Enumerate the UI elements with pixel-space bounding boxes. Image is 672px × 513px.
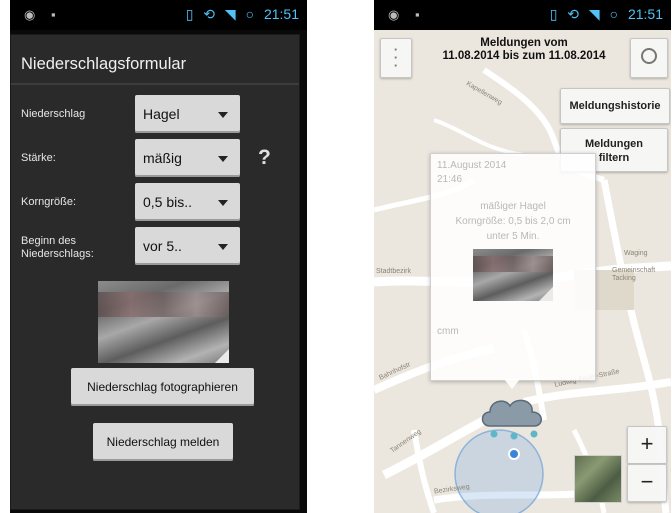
status-bar: ◉ ▪ ▯ ⟲ ◥ ○ 21:51 (10, 0, 307, 30)
title-divider (11, 83, 299, 85)
reports-period-title: Meldungen vom 11.08.2014 bis zum 11.08.2… (442, 37, 606, 62)
notification-icons: ◉ ▪ (388, 7, 426, 22)
wifi-icon: ◥ (224, 6, 236, 22)
status-time: 21:51 (627, 6, 663, 22)
form-title: Niederschlagsformular (21, 55, 187, 73)
left-phone-screen: ◉ ▪ ▯ ⟲ ◥ ○ 21:51 Niederschlagsformular … (10, 0, 307, 513)
field-intensity: Stärke: mäßig ? (11, 139, 299, 179)
right-phone-screen: ◉ ▪ ▯ ⟲ ◥ ○ 21:51 Kapellenweg Stadtbezir… (374, 0, 671, 513)
field-start-time: Beginn des Niederschlags: vor 5.. (11, 227, 299, 267)
popup-pointer (504, 379, 520, 389)
zoom-in-button[interactable]: + (627, 426, 667, 464)
report-date: 11.August 2014 (437, 160, 507, 171)
report-grain-size: Korngröße: 0,5 bis 2,0 cm (455, 216, 571, 227)
dropdown-value: vor 5.. (143, 238, 182, 254)
precipitation-type-dropdown[interactable]: Hagel (135, 95, 240, 133)
help-button[interactable]: ? (258, 146, 271, 170)
alarm-icon: ○ (245, 6, 255, 22)
sync-icon: ⟲ (567, 6, 580, 22)
report-summary: mäßiger Hagel (480, 201, 546, 212)
report-info-popup[interactable]: 11.August 2014 21:46 mäßiger Hagel Korng… (430, 153, 596, 381)
my-location-button[interactable] (630, 38, 668, 78)
start-time-dropdown[interactable]: vor 5.. (135, 227, 240, 265)
report-precipitation-button[interactable]: Niederschlag melden (93, 423, 233, 461)
dropdown-arrow-icon (218, 244, 228, 250)
map-label: Waging (624, 250, 648, 257)
vibrate-icon: ▯ (549, 6, 558, 22)
dropdown-arrow-icon (218, 112, 228, 118)
status-time: 21:51 (263, 6, 299, 22)
satellite-view-toggle[interactable] (574, 455, 622, 503)
sync-icon: ⟲ (203, 6, 216, 22)
take-photo-button[interactable]: Niederschlag fotographieren (71, 368, 254, 406)
field-label: Niederschlag (21, 108, 86, 120)
report-duration: unter 5 Min. (486, 231, 540, 242)
wifi-icon: ◥ (588, 6, 600, 22)
map-label: Gemeinschaft Tacking (612, 267, 656, 282)
precipitation-form-dialog: Niederschlagsformular Niederschlag Hagel… (10, 34, 300, 510)
dropdown-value: Hagel (143, 106, 180, 122)
overflow-menu-icon: · · · (393, 42, 399, 73)
field-grain-size: Korngröße: 0,5 bis.. (11, 183, 299, 223)
status-bar: ◉ ▪ ▯ ⟲ ◥ ○ 21:51 (374, 0, 671, 30)
report-footer-text: cmm (437, 326, 459, 337)
zoom-out-button[interactable]: − (627, 464, 667, 502)
precipitation-photo-thumbnail[interactable] (98, 281, 229, 363)
dropdown-arrow-icon (218, 156, 228, 162)
map-label: Stadtbezirk (376, 268, 412, 275)
field-label: Beginn des Niederschlags: (21, 235, 94, 260)
report-history-button[interactable]: Meldungshistorie (560, 88, 670, 124)
dropdown-value: 0,5 bis.. (143, 194, 193, 210)
location-target-icon (641, 48, 657, 64)
user-location-icon (508, 448, 520, 460)
field-precipitation-type: Niederschlag Hagel (11, 95, 299, 135)
dropdown-arrow-icon (218, 200, 228, 206)
alarm-icon: ○ (609, 6, 619, 22)
vibrate-icon: ▯ (185, 6, 194, 22)
notification-icons: ◉ ▪ (24, 7, 62, 22)
menu-button[interactable]: · · · (380, 38, 412, 78)
report-photo-thumbnail[interactable] (473, 249, 553, 301)
status-icons: ▯ ⟲ ◥ ○ 21:51 (180, 6, 299, 23)
field-label: Korngröße: (21, 196, 77, 208)
report-time: 21:46 (437, 174, 463, 185)
hail-cloud-marker-icon[interactable] (478, 392, 550, 442)
status-icons: ▯ ⟲ ◥ ○ 21:51 (544, 6, 663, 23)
field-label: Stärke: (21, 152, 56, 164)
intensity-dropdown[interactable]: mäßig (135, 139, 240, 177)
dropdown-value: mäßig (143, 150, 182, 166)
grain-size-dropdown[interactable]: 0,5 bis.. (135, 183, 240, 221)
